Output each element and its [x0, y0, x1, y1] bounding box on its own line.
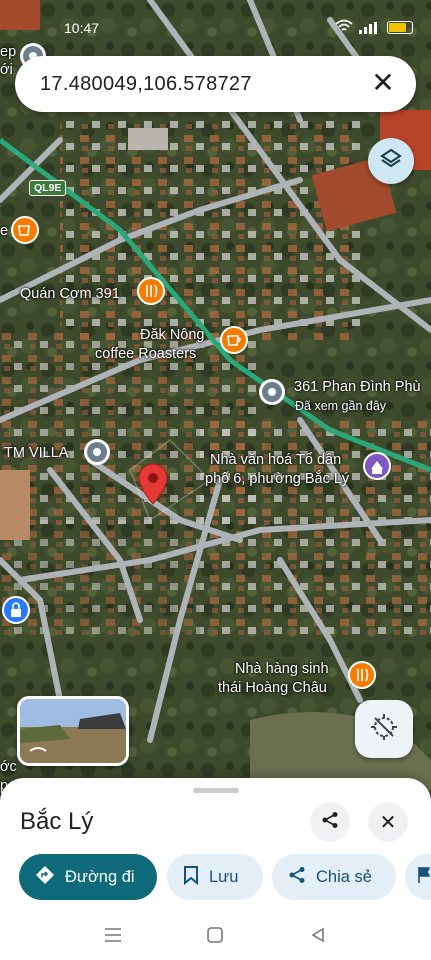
map-label-edge-top-2: ới — [0, 62, 13, 78]
poi-quan-com-pin — [137, 277, 165, 305]
poi-tm-villa-pin — [84, 439, 110, 465]
close-icon[interactable]: ✕ — [368, 68, 398, 98]
share-chip-label: Chia sẻ — [316, 867, 372, 886]
back-icon[interactable] — [310, 927, 326, 948]
road-badge: QL9E — [29, 180, 67, 196]
poi-left-coffee-pin — [11, 216, 39, 244]
share-chip-button[interactable]: Chia sẻ — [272, 854, 396, 900]
map-label-nha-van-hoa-1[interactable]: Nhà văn hoá Tổ dân — [210, 451, 341, 469]
directions-label: Đường đi — [65, 867, 135, 886]
street-view-thumbnail[interactable] — [17, 696, 129, 766]
recent-apps-icon[interactable] — [104, 927, 122, 948]
share-icon — [288, 866, 306, 889]
search-bar[interactable]: 17.480049,106.578727 ✕ — [15, 56, 416, 112]
map-label-nha-hang-2[interactable]: thái Hoàng Châu — [218, 679, 327, 697]
map-label-nha-van-hoa-2[interactable]: phố 6, phường Bắc Lý — [205, 470, 349, 488]
map-label-tm-villa[interactable]: TM VILLA — [4, 444, 68, 462]
more-chip-button[interactable] — [405, 854, 431, 900]
poi-lock-pin — [2, 596, 30, 624]
location-button[interactable] — [355, 700, 413, 758]
poi-nha-van-hoa-pin — [363, 452, 391, 480]
map-label-edge-bottom-1: ớc — [0, 759, 17, 775]
map-label-edge-e: e — [0, 223, 9, 239]
battery-icon — [387, 21, 413, 34]
location-off-icon — [369, 712, 399, 747]
poi-nha-hang-pin — [348, 661, 376, 689]
signal-icon — [359, 21, 381, 34]
close-sheet-button[interactable]: ✕ — [368, 802, 408, 842]
share-button[interactable] — [310, 802, 350, 842]
map-label-nha-hang-1[interactable]: Nhà hàng sinh — [235, 660, 329, 678]
map-label-edge-top-1: ep — [0, 44, 17, 60]
layers-icon — [379, 147, 403, 176]
share-icon — [321, 811, 339, 834]
place-title: Bắc Lý — [20, 808, 94, 835]
map-label-dak-nong-1[interactable]: Đăk Nông — [140, 326, 204, 344]
place-sheet[interactable]: Bắc Lý ✕ Đường đi Lưu Chia sẻ — [0, 778, 431, 960]
directions-button[interactable]: Đường đi — [19, 854, 157, 900]
wifi-icon — [335, 19, 353, 36]
status-bar: 10:47 — [0, 0, 431, 40]
save-label: Lưu — [209, 867, 239, 886]
system-nav-bar — [0, 915, 431, 959]
map-label-phan-dinh-phung[interactable]: 361 Phan Đình Phù — [294, 378, 421, 396]
close-icon: ✕ — [379, 811, 397, 834]
map-label-dak-nong-2[interactable]: coffee Roasters — [95, 345, 196, 363]
poi-dak-nong-coffee-pin — [220, 326, 248, 354]
map-label-recently-viewed: Đã xem gần đây — [295, 399, 387, 413]
home-icon[interactable] — [207, 927, 223, 948]
map-label-quan-com[interactable]: Quán Cơm 391 — [20, 285, 120, 303]
status-time: 10:47 — [64, 20, 100, 36]
search-query[interactable]: 17.480049,106.578727 — [40, 73, 252, 96]
flag-icon — [417, 866, 431, 889]
action-chips: Đường đi Lưu Chia sẻ — [19, 854, 431, 902]
directions-icon — [35, 865, 55, 890]
poi-phan-dinh-phung-pin — [259, 379, 285, 405]
bookmark-icon — [183, 865, 199, 890]
save-button[interactable]: Lưu — [167, 854, 263, 900]
layers-button[interactable] — [368, 138, 414, 184]
drag-handle[interactable] — [193, 788, 239, 793]
status-icons — [335, 19, 413, 36]
